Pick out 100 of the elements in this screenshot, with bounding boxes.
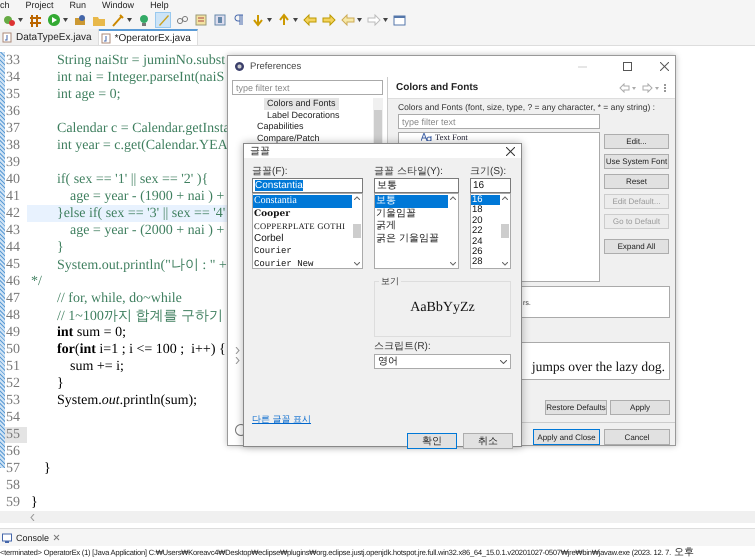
scroll-down-icon[interactable] [354,262,360,266]
list-item[interactable]: Courier [253,245,352,258]
menu-item[interactable]: Help [150,0,169,11]
scroll-down-icon[interactable] [502,262,508,266]
side-button[interactable]: Use System Font [604,154,669,169]
navigation-arrows-icon[interactable] [619,82,667,92]
list-item[interactable]: 26 [471,246,500,258]
filter-field[interactable]: type filter text [232,80,383,95]
filter-field[interactable]: type filter text [398,114,600,129]
menu-item[interactable]: Project [26,0,54,11]
page-button[interactable]: Restore Defaults [545,400,607,415]
dialog-button[interactable]: 취소 [463,433,513,449]
list-item[interactable]: COPPERPLATE GOTHI [253,220,352,232]
line-number: 54 [5,410,21,426]
horizontal-scrollbar[interactable] [0,511,755,523]
list-item[interactable]: 굵게 [375,220,448,232]
lightbulb-icon[interactable] [137,13,151,27]
description-text: Colors and Fonts (font, size, type, ? = any character, * = any string) : [398,102,656,112]
list-item[interactable]: 24 [471,236,500,247]
sample-text: AaBbYyZz [410,300,475,316]
caret-icon[interactable] [357,18,362,22]
back-icon[interactable] [303,13,317,27]
chevron-left-icon[interactable] [30,514,35,520]
close-icon[interactable] [506,146,515,156]
link-icon[interactable] [175,13,189,27]
list-item[interactable]: Constantia [253,195,352,208]
list-item[interactable]: 20 [471,216,500,226]
package-icon[interactable] [73,13,87,27]
caret-icon[interactable] [383,18,388,22]
code-comment: // 1~100까지 합계를 구하기 [56,308,223,324]
line-number: 41 [5,188,21,204]
side-button[interactable]: Reset [604,174,669,189]
line-number: 43 [5,222,21,238]
line-number: 48 [5,308,21,324]
editor-tab[interactable]: DataTypeEx.java [0,29,99,45]
list-item[interactable]: 18 [471,205,500,216]
menu-item[interactable]: Window [102,0,134,11]
scroll-up-icon[interactable] [502,196,508,200]
tree-item[interactable]: Colors and Fonts [264,98,339,110]
field-label: 글꼴 스타일(Y): [374,166,444,178]
close-icon[interactable] [660,62,669,71]
dialog-button[interactable]: Cancel [604,429,670,445]
font-size-field[interactable]: 16 [470,178,511,193]
code-comment: System.out.println("나이 : " + [56,256,227,274]
list-item[interactable]: Corbel [253,232,352,245]
menu-item[interactable]: ch [0,0,10,11]
line-number: 47 [5,290,21,306]
editor-tab[interactable]: *OperatorEx.java [98,29,198,45]
code-comment: int age = 0; [56,86,120,102]
vertical-scrollbar[interactable] [500,194,510,268]
list-item[interactable]: Text Font [435,133,468,142]
more-fonts-link[interactable]: 다른 글꼴 표시 [252,413,312,426]
font-style-field[interactable]: 보통 [374,178,459,193]
tree-item[interactable]: Label Decorations [264,110,343,121]
page-button[interactable]: Apply [610,400,670,415]
code-comment: int year = c.get(Calendar.YEA [56,138,228,154]
window-icon[interactable] [393,13,407,27]
side-button[interactable]: Edit... [604,134,669,149]
tree-item[interactable]: Capabilities [254,121,307,132]
list-item[interactable]: Courier New [253,258,352,268]
console-tab[interactable]: Console [16,532,50,542]
scrollbar-thumb[interactable] [501,224,509,238]
caret-icon[interactable] [267,18,272,22]
code-comment: }else if( sex == '3' || sex == '4' [56,206,226,222]
list-item[interactable]: 22 [471,226,500,237]
line-number: 44 [5,240,21,256]
scroll-up-icon[interactable] [354,196,360,200]
line-number: 42 [5,206,21,222]
pilcrow-icon[interactable] [232,13,246,27]
tree-item[interactable]: Compare/Patch [254,132,323,144]
side-button[interactable]: Expand All [604,239,669,254]
document-icon[interactable] [194,13,208,27]
console-output: 오후 [674,546,694,558]
list-item[interactable]: 28 [471,257,500,268]
caret-icon[interactable] [293,18,298,22]
list-item[interactable]: 16 [471,195,500,206]
group-label: 보기 [379,275,401,288]
line-number: 59 [5,494,21,510]
list-item[interactable]: 굵은 기울임꼴 [375,232,448,245]
font-name-field[interactable]: Constantia [252,178,363,193]
bug-icon[interactable] [2,13,16,27]
vertical-scrollbar[interactable] [448,194,458,268]
forward-icon[interactable] [322,13,336,27]
maximize-icon[interactable] [623,62,632,71]
dialog-button[interactable]: 확인 [407,433,457,449]
caret-icon[interactable] [18,18,23,22]
menu-item[interactable]: Run [70,0,86,11]
scroll-down-icon[interactable] [450,262,456,266]
list-item[interactable]: 기울임꼴 [375,208,448,220]
frame-icon[interactable] [213,13,227,27]
caret-icon[interactable] [63,18,68,22]
vertical-scrollbar[interactable] [352,194,362,268]
dialog-button[interactable]: Apply and Close [533,429,600,445]
scroll-up-icon[interactable] [450,196,456,200]
scrollbar-thumb[interactable] [353,224,361,238]
caret-icon[interactable] [127,18,132,22]
list-item[interactable]: Cooper [253,208,352,220]
list-item[interactable]: 보통 [375,195,448,208]
grid-icon[interactable] [28,13,42,27]
script-dropdown[interactable]: 영어 [374,354,511,369]
